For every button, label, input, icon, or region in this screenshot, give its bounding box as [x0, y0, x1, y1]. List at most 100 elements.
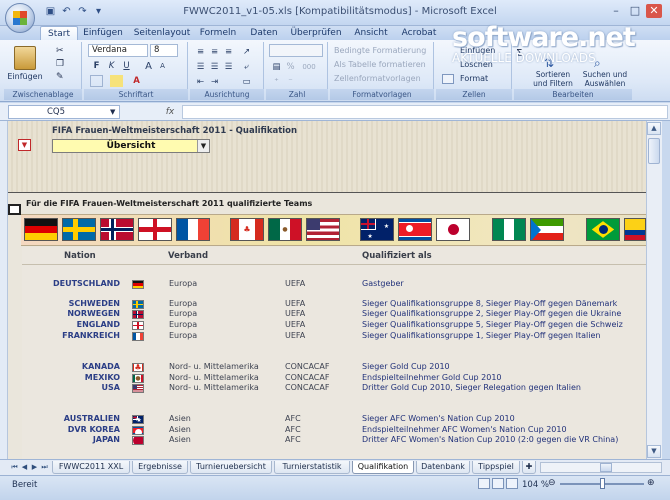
- customize-icon[interactable]: ▾: [92, 6, 105, 18]
- bold-button[interactable]: F: [90, 60, 103, 72]
- grow-font-button[interactable]: A: [142, 60, 155, 72]
- normal-view-icon[interactable]: [478, 478, 490, 489]
- cut-icon[interactable]: ✂: [56, 46, 68, 56]
- chevron-down-icon[interactable]: ▼: [197, 140, 209, 152]
- redo-icon[interactable]: ↷: [76, 6, 89, 18]
- region-cell: Nord- u. Mittelamerika: [169, 383, 259, 392]
- sheet-tab-datenbank[interactable]: Datenbank: [416, 461, 470, 474]
- tab-daten[interactable]: Daten: [244, 26, 284, 40]
- paste-icon[interactable]: [14, 46, 36, 70]
- vertical-scroll-thumb[interactable]: [648, 138, 660, 164]
- conditional-formatting-button[interactable]: Bedingte Formatierung: [334, 46, 430, 55]
- fill-color-icon[interactable]: [110, 75, 123, 87]
- horizontal-scroll-thumb[interactable]: [600, 463, 612, 472]
- tab-acrobat[interactable]: Acrobat: [398, 26, 440, 40]
- office-button[interactable]: [5, 3, 35, 33]
- selected-cell[interactable]: [8, 204, 21, 215]
- flag-usa-icon: [306, 218, 340, 241]
- region-cell: Europa: [169, 299, 198, 308]
- save-icon[interactable]: ▣: [44, 6, 57, 18]
- prev-sheet-icon[interactable]: ◀: [20, 462, 29, 472]
- insert-function-button[interactable]: fx: [160, 105, 180, 119]
- close-button[interactable]: ✕: [646, 4, 662, 18]
- excel-window: ▣ ↶ ↷ ▾ FWWC2011_v1-05.xls [Kompatibilit…: [0, 0, 670, 500]
- last-sheet-icon[interactable]: ⏭: [40, 462, 49, 472]
- group-label-alignment: Ausrichtung: [190, 89, 264, 100]
- sheet-tab-tippspiel[interactable]: Tippspiel: [472, 461, 520, 474]
- increase-indent-icon[interactable]: ⇥: [208, 76, 221, 88]
- tab-ueberpruefen[interactable]: Überprüfen: [288, 26, 344, 40]
- group-number: ▤ % 000 ⁺ ⁻ Zahl: [266, 42, 328, 100]
- flag-canada-icon: ♣: [132, 363, 144, 372]
- sheet-tab-fwwc2011-xxl[interactable]: FWWC2011 XXL: [52, 461, 130, 474]
- sheet-tab-turnierstatistik[interactable]: Turnierstatistik: [274, 461, 350, 474]
- region-cell: Europa: [169, 279, 198, 288]
- flag-nigeria-icon: [492, 218, 526, 241]
- font-color-icon[interactable]: A: [130, 75, 143, 87]
- format-as-table-button[interactable]: Als Tabelle formatieren: [334, 60, 430, 69]
- find-select-button[interactable]: Suchen und Auswählen: [580, 70, 630, 88]
- increase-decimal-icon[interactable]: ⁺: [270, 76, 283, 88]
- cell-styles-button[interactable]: Zellenformatvorlagen: [334, 74, 430, 83]
- align-left-icon[interactable]: ☰: [194, 61, 207, 73]
- name-box-dropdown-icon[interactable]: ▼: [110, 106, 120, 118]
- tab-seitenlayout[interactable]: Seitenlayout: [132, 26, 192, 40]
- paste-button[interactable]: Einfügen: [4, 72, 46, 81]
- navigation-dropdown-icon[interactable]: ▼: [18, 139, 31, 151]
- percent-button[interactable]: %: [284, 61, 297, 73]
- align-middle-icon[interactable]: ≡: [208, 46, 221, 58]
- decrease-indent-icon[interactable]: ⇤: [194, 76, 207, 88]
- name-box[interactable]: CQ5: [8, 105, 120, 119]
- align-center-icon[interactable]: ☰: [208, 61, 221, 73]
- formula-input[interactable]: [182, 105, 668, 119]
- align-right-icon[interactable]: ☰: [222, 61, 235, 73]
- font-size-combo[interactable]: 8: [150, 44, 178, 57]
- sheet-tab-turnieruebersicht[interactable]: Turnieruebersicht: [190, 461, 272, 474]
- tab-ansicht[interactable]: Ansicht: [350, 26, 392, 40]
- shrink-font-button[interactable]: A: [156, 60, 169, 72]
- zoom-in-icon[interactable]: ⊕: [647, 478, 655, 488]
- sheet-tab-qualifikation[interactable]: Qualifikation: [352, 461, 414, 474]
- minimize-button[interactable]: –: [608, 4, 624, 18]
- tab-formeln[interactable]: Formeln: [196, 26, 240, 40]
- italic-button[interactable]: K: [105, 60, 118, 72]
- navigation-dropdown[interactable]: Übersicht: [52, 139, 210, 153]
- currency-icon[interactable]: ▤: [270, 61, 283, 73]
- format-cells-button[interactable]: Format: [460, 74, 488, 83]
- insert-sheet-icon[interactable]: ✚: [522, 461, 536, 474]
- tab-start[interactable]: Start: [40, 26, 78, 40]
- status-text: Bereit: [12, 480, 38, 490]
- page-break-view-icon[interactable]: [506, 478, 518, 489]
- copy-icon[interactable]: ❐: [56, 59, 68, 69]
- undo-icon[interactable]: ↶: [60, 6, 73, 18]
- align-top-icon[interactable]: ≡: [194, 46, 207, 58]
- zoom-out-icon[interactable]: ⊖: [548, 478, 556, 488]
- first-sheet-icon[interactable]: ⏮: [10, 462, 19, 472]
- maximize-button[interactable]: □: [627, 4, 643, 18]
- underline-button[interactable]: U: [120, 60, 133, 72]
- watermark-logo: software.net: [452, 22, 636, 53]
- zoom-level[interactable]: 104 %: [522, 480, 549, 490]
- vertical-scrollbar[interactable]: [646, 121, 662, 459]
- office-logo-icon: [13, 11, 27, 25]
- thousands-button[interactable]: 000: [298, 61, 320, 73]
- sheet-tab-ergebnisse[interactable]: Ergebnisse: [132, 461, 188, 474]
- merge-cells-icon[interactable]: ▭: [240, 76, 253, 88]
- format-painter-icon[interactable]: ✎: [56, 72, 68, 82]
- font-name-combo[interactable]: Verdana: [88, 44, 148, 57]
- page-layout-view-icon[interactable]: [492, 478, 504, 489]
- flag-japan-icon: [436, 218, 470, 241]
- decrease-decimal-icon[interactable]: ⁻: [284, 76, 297, 88]
- zoom-slider-thumb[interactable]: [600, 478, 605, 489]
- align-bottom-icon[interactable]: ≡: [222, 46, 235, 58]
- nation-cell: MEXIKO: [84, 373, 120, 382]
- text-orientation-icon[interactable]: ↗: [240, 46, 253, 58]
- tab-einfuegen[interactable]: Einfügen: [80, 26, 126, 40]
- scroll-up-icon[interactable]: ▲: [647, 122, 661, 135]
- number-format-combo[interactable]: [269, 44, 323, 57]
- scroll-down-icon[interactable]: ▼: [647, 445, 661, 458]
- sort-filter-button[interactable]: Sortieren und Filtern: [530, 70, 576, 88]
- border-icon[interactable]: [90, 75, 103, 87]
- next-sheet-icon[interactable]: ▶: [30, 462, 39, 472]
- wrap-text-icon[interactable]: ⤶: [240, 61, 253, 73]
